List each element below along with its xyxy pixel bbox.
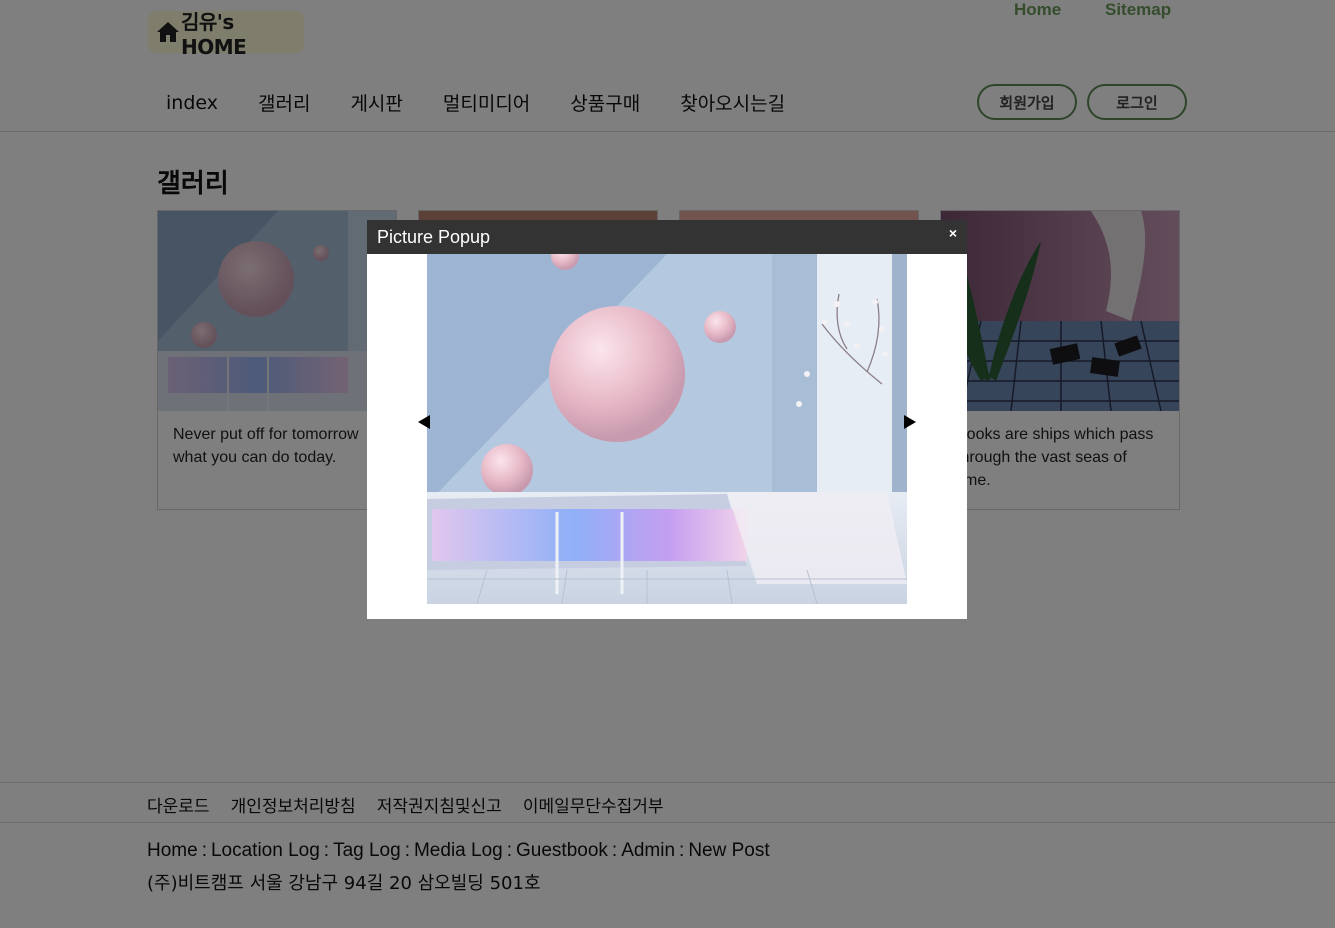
popup-header: Picture Popup × [367, 220, 967, 254]
popup-body [367, 254, 967, 619]
popup-image [427, 254, 907, 604]
prev-arrow-icon[interactable] [417, 415, 431, 429]
popup-title: Picture Popup [377, 226, 491, 247]
picture-popup: Picture Popup × [367, 220, 967, 619]
next-arrow-icon[interactable] [903, 415, 917, 429]
close-icon[interactable]: × [949, 225, 957, 241]
